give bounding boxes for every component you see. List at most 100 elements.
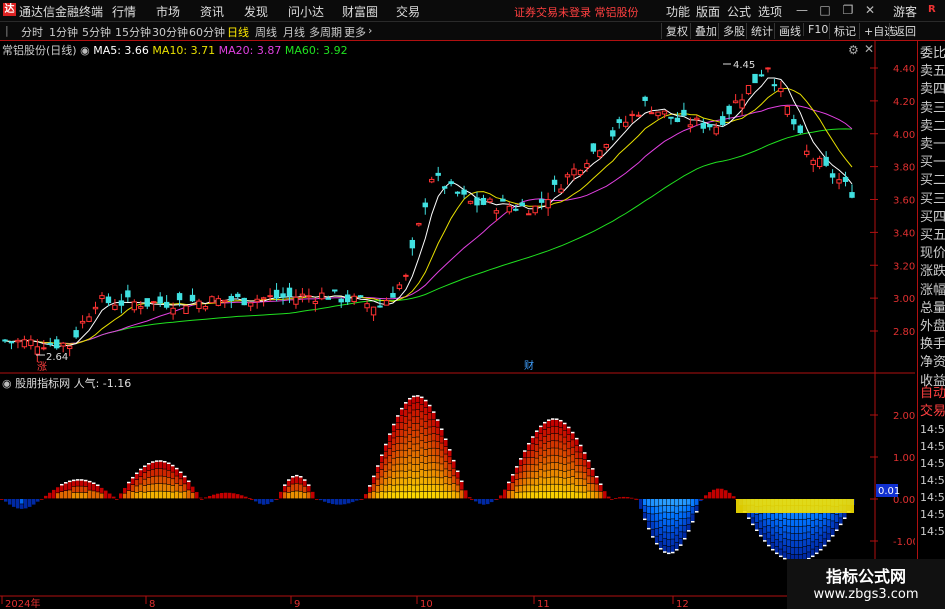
indicator-bar [783,532,787,539]
limit-up-marker[interactable]: 涨 [37,361,47,373]
btn-multistock[interactable]: 多股 [718,23,745,39]
indicator-bar [775,526,779,533]
period-multi[interactable]: 多周期 [309,24,342,40]
side-item-9[interactable]: 买四 [920,209,945,227]
side-item-16[interactable]: 换手 [920,336,945,354]
menu-function[interactable]: 功能 [666,3,690,20]
indicator-top-dot [663,551,667,553]
indicator-bar [428,434,432,442]
indicator-bar [583,459,587,466]
chart-settings-icon[interactable]: ⚙ [848,43,859,57]
side-tab-1[interactable]: 交易 [920,403,945,421]
indicator-top-dot [599,483,603,485]
side-item-6[interactable]: 买一 [920,154,945,172]
indicator-bar [72,486,76,493]
period-1min[interactable]: 1分钟 [49,24,78,40]
indicator-bar [404,485,408,492]
indicator-bar [515,467,519,473]
side-item-3[interactable]: 卖三 [920,100,945,118]
period-30min[interactable]: 30分钟 [152,24,188,40]
period-15min[interactable]: 15分钟 [115,24,151,40]
side-item-12[interactable]: 涨跌 [920,263,945,281]
period-60min[interactable]: 60分钟 [189,24,225,40]
indicator-bar [400,436,404,443]
indicator-bar [535,444,539,452]
candle-body [668,116,674,119]
settings-circle-icon[interactable]: ◉ [80,44,90,57]
chevron-right-icon[interactable]: › [368,24,372,37]
period-more[interactable]: 更多 [344,24,366,40]
btn-f10[interactable]: F10 [803,23,828,36]
indicator-bar [404,403,408,410]
kline-chart[interactable]: 4.40 4.20 4.00 3.80 3.60 3.40 3.20 3.00 2.80 4.4… [0,41,915,609]
restore-icon[interactable]: ❐ [840,2,856,18]
menu-market[interactable]: 市场 [156,3,180,20]
indicator-bar [791,533,795,541]
side-item-10[interactable]: 买五 [920,227,945,245]
indicator-top-dot [691,521,695,523]
side-tab-0[interactable]: 自动 [920,385,945,403]
indicator-bar [775,533,779,540]
chart-close-icon[interactable]: ✕ [864,42,874,56]
side-item-2[interactable]: 卖四 [920,81,945,99]
menu-trade[interactable]: 交易 [396,3,420,20]
candle-body [273,289,280,299]
indicator-bar [368,486,372,492]
indicator-bar [163,476,167,484]
menu-options[interactable]: 选项 [758,3,782,20]
side-item-1[interactable]: 卖五 [920,63,945,81]
candle-body [816,157,823,168]
indicator-bar [603,491,607,499]
indicator-settings-icon[interactable]: ◉ [2,377,12,390]
chart-area[interactable]: 4.40 4.20 4.00 3.80 3.60 3.40 3.20 3.00 2.80 4.4… [0,41,915,609]
btn-draw[interactable]: 画线 [774,23,801,39]
finance-marker[interactable]: 财 [524,359,534,372]
indicator-bar [147,478,151,485]
candle-body [163,301,170,308]
indicator-bar [432,477,436,484]
indicator-bar [523,485,527,492]
btn-stats[interactable]: 统计 [746,23,773,39]
side-item-14[interactable]: 总量 [920,300,945,318]
maximize-icon[interactable]: □ [817,2,833,18]
side-item-11[interactable]: 现价 [920,245,945,263]
btn-back[interactable]: 返回 [889,23,916,39]
period-weekly[interactable]: 周线 [255,24,277,40]
period-5min[interactable]: 5分钟 [82,24,111,40]
indicator-bar [200,499,204,500]
indicator-bar [539,491,543,499]
menu-discover[interactable]: 发现 [244,3,268,20]
btn-overlay[interactable]: 叠加 [690,23,717,39]
indicator-bar [139,484,143,492]
side-item-13[interactable]: 涨幅 [920,282,945,300]
side-item-8[interactable]: 买三 [920,191,945,209]
btn-mark[interactable]: 标记 [829,23,856,39]
indicator-bar [408,477,412,485]
guest-user[interactable]: 游客 [893,3,917,20]
minimize-icon[interactable]: — [794,2,810,18]
period-daily[interactable]: 日线 [227,24,249,40]
side-item-7[interactable]: 买二 [920,172,945,190]
period-monthly[interactable]: 月线 [283,24,305,40]
menu-layout[interactable]: 版面 [696,3,720,20]
indicator-bar [575,438,579,445]
indicator-bar [575,445,579,452]
indicator-bar [163,461,167,469]
login-notice[interactable]: 证券交易未登录 常铝股份 [514,4,639,20]
side-item-4[interactable]: 卖二 [920,118,945,136]
side-item-5[interactable]: 卖一 [920,136,945,154]
side-item-15[interactable]: 外盘 [920,318,945,336]
indicator-bar [183,491,187,499]
btn-adjust[interactable]: 复权 [661,23,688,39]
side-item-17[interactable]: 净资 [920,354,945,372]
menu-formula[interactable]: 公式 [727,3,751,20]
close-icon[interactable]: ✕ [862,2,878,18]
menu-wealth[interactable]: 财富圈 [342,3,378,20]
indicator-tick-label: 1.00 [893,453,915,464]
menu-quotes[interactable]: 行情 [112,3,136,20]
indicator-top-dot [183,475,187,478]
side-item-0[interactable]: 委比 [920,45,945,63]
menu-news[interactable]: 资讯 [200,3,224,20]
menu-ask[interactable]: 问小达 [288,3,324,20]
period-tick[interactable]: 分时 [21,24,43,40]
